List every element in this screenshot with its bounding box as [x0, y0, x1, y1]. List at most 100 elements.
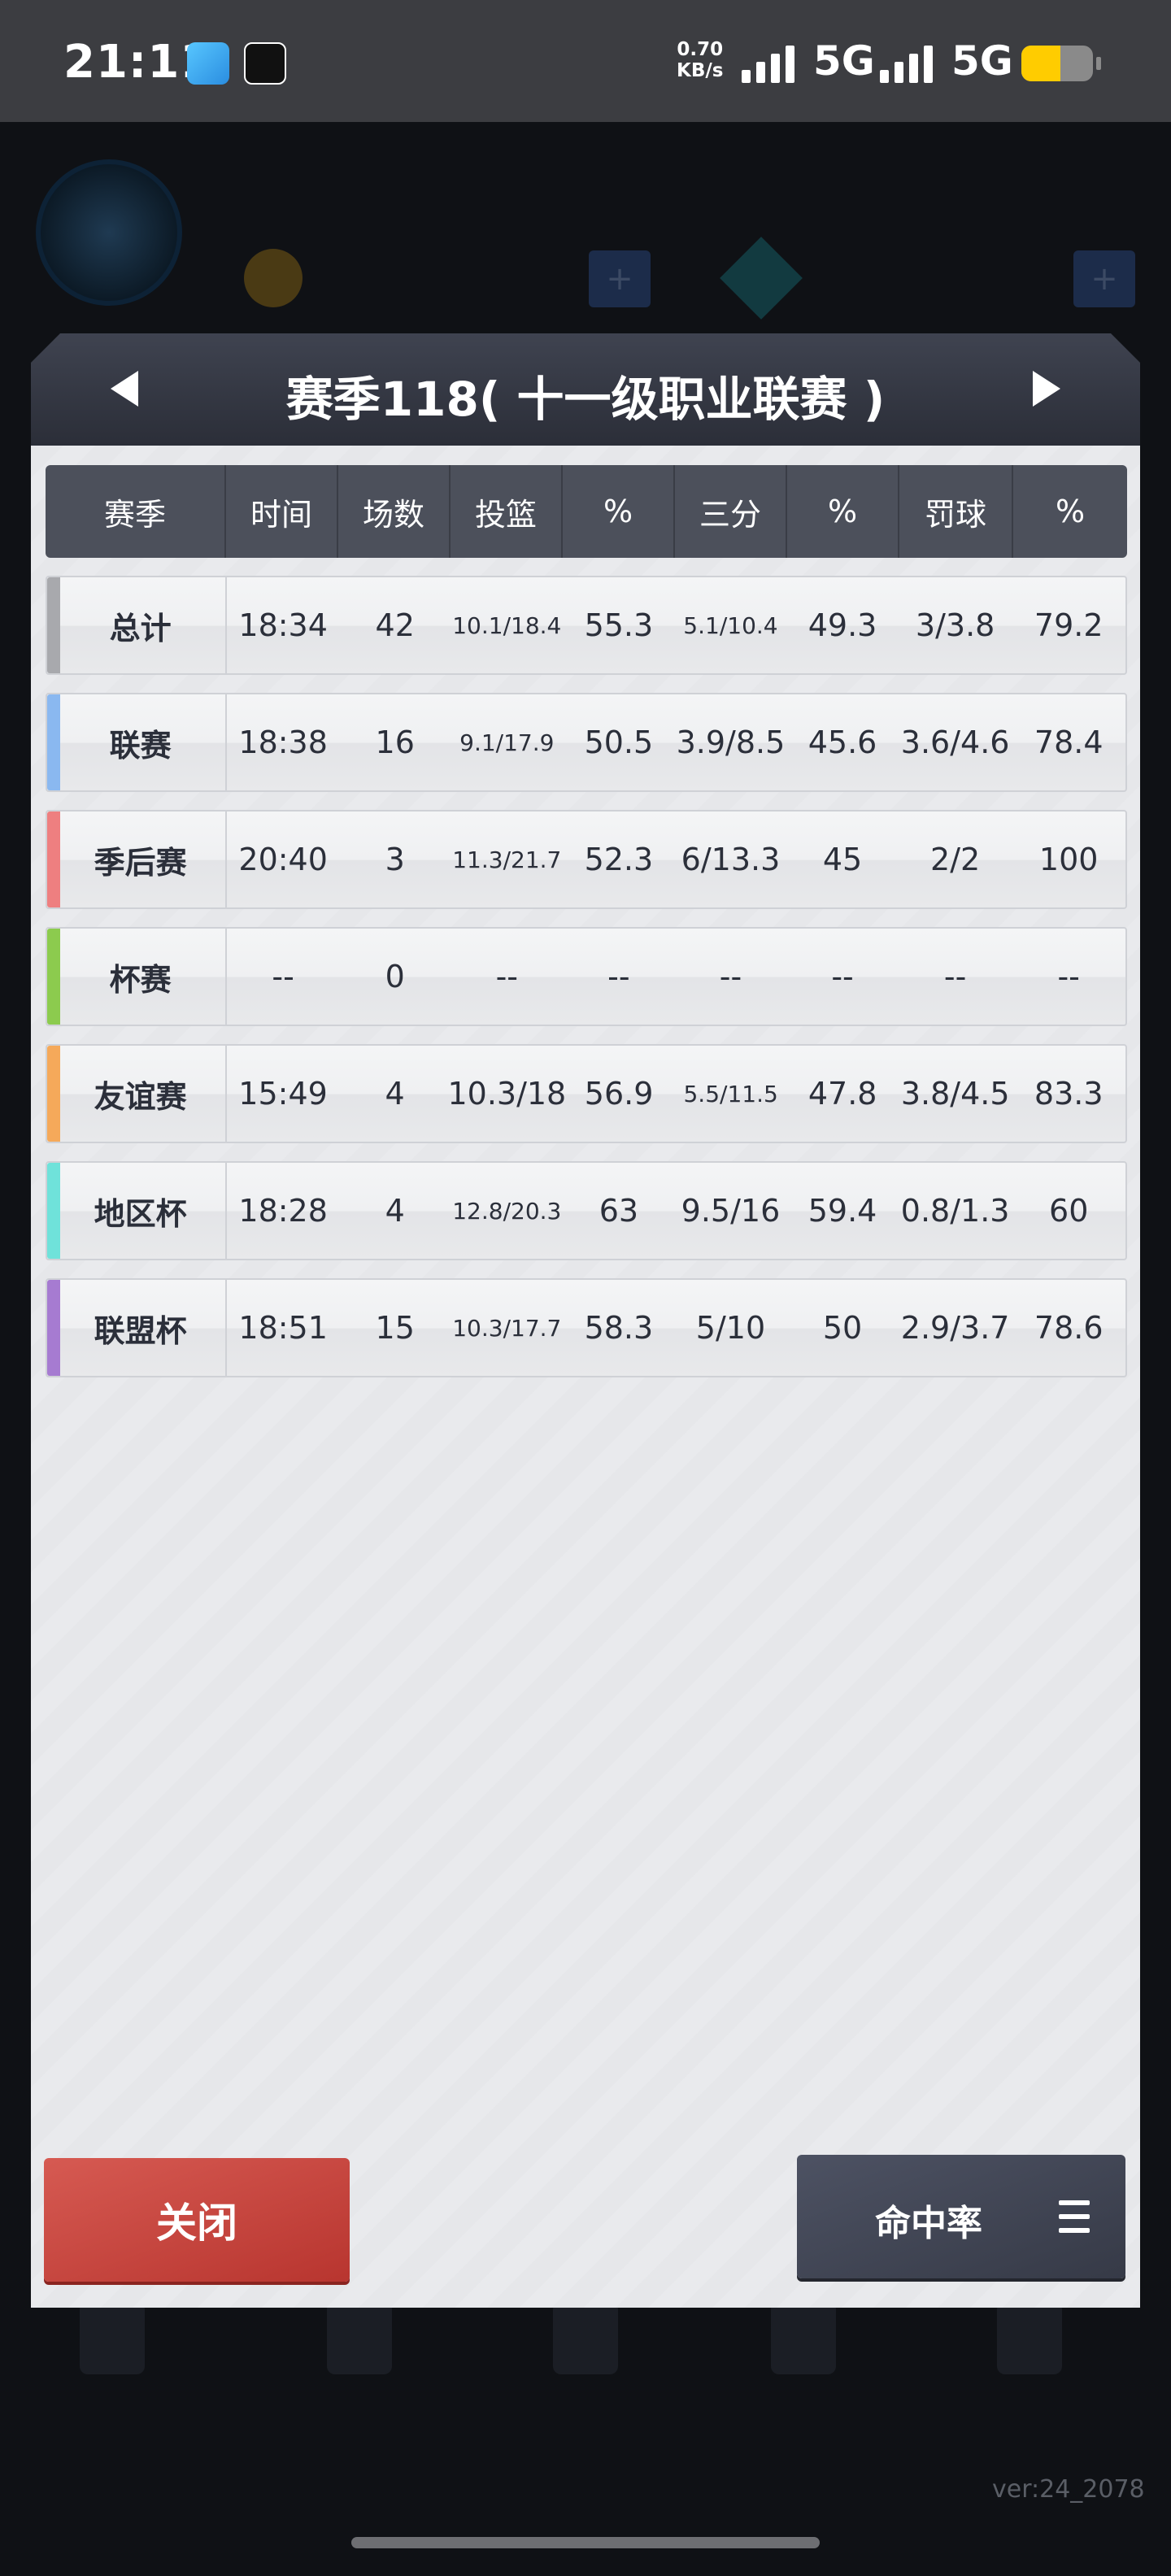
category-color-stripe [47, 1163, 60, 1259]
table-row: 友谊赛 15:49 4 10.3/18 56.9 5.5/11.5 47.8 3.8/4.5 8… [46, 1044, 1127, 1143]
dialog-body: 赛季 时间 场数 投篮 % 三分 % 罚球 % 总计 18:34 42 10.1/18… [31, 446, 1140, 2308]
row-cell-ft: 3.8/4.5 [900, 1076, 1010, 1112]
row-cell-fg: 10.3/17.7 [452, 1314, 562, 1342]
battery-icon [1021, 46, 1093, 81]
row-cell-three-pct: 50 [822, 1310, 863, 1346]
row-cell-games: 3 [385, 842, 405, 877]
row-cell-ft-pct: 78.6 [1034, 1310, 1104, 1346]
row-cell-time: 18:28 [238, 1193, 328, 1229]
column-header: % [1055, 494, 1086, 529]
network-speed-value: 0.70 [677, 39, 724, 60]
table-row: 联盟杯 18:51 15 10.3/17.7 58.3 5/10 50 2.9/3.7 78.6 [46, 1278, 1127, 1377]
column-header: % [563, 465, 675, 558]
add-gem-button: + [1073, 250, 1135, 307]
next-season-arrow-icon[interactable] [1033, 371, 1060, 407]
row-cell-fg-pct: 56.9 [584, 1076, 654, 1112]
row-cell-ft: 2.9/3.7 [900, 1310, 1010, 1346]
status-bar: 21:11 0.70 KB/s 5G 5G [0, 0, 1171, 122]
team-logo-icon [36, 159, 182, 306]
telegram-app-icon [187, 42, 229, 85]
row-cell-ft: -- [943, 959, 967, 994]
category-color-stripe [47, 694, 60, 790]
row-cell-games: 4 [385, 1076, 405, 1112]
close-button[interactable]: 关闭 [44, 2158, 350, 2282]
home-indicator[interactable] [351, 2537, 820, 2548]
row-cell-ft-pct: 60 [1049, 1193, 1089, 1229]
row-cell-ft-pct: 78.4 [1034, 724, 1104, 760]
row-cell-fg: 10.1/18.4 [452, 611, 562, 639]
table-row: 季后赛 20:40 3 11.3/21.7 52.3 6/13.3 45 2/2 100 [46, 810, 1127, 909]
table-row: 杯赛 -- 0 -- -- -- -- -- -- [46, 927, 1127, 1026]
version-label: ver:24_2078 [992, 2475, 1145, 2504]
row-cell-ft-pct: -- [1057, 959, 1080, 994]
row-category-name: 总计 [47, 577, 228, 673]
nav-item [303, 2301, 416, 2415]
row-cell-ft-pct: 83.3 [1034, 1076, 1104, 1112]
row-cell-ft: 0.8/1.3 [900, 1193, 1010, 1229]
row-category-name: 杯赛 [47, 929, 228, 1025]
row-cell-three: 6/13.3 [681, 842, 781, 877]
row-cell-three: 5.1/10.4 [683, 611, 778, 639]
column-header: 赛季 [46, 465, 226, 558]
row-category-name: 联赛 [47, 694, 228, 790]
season-stats-dialog: 赛季118( 十一级职业联赛 ) 赛季 时间 场数 投篮 % 三分 % 罚球 %… [31, 333, 1140, 2308]
row-cell-games: 15 [375, 1310, 415, 1346]
nav-item [747, 2301, 860, 2415]
accuracy-menu-button[interactable]: 命中率 [797, 2155, 1125, 2278]
row-category-name: 地区杯 [47, 1163, 228, 1259]
column-header: % [787, 465, 899, 558]
row-cell-three-pct: 49.3 [808, 607, 877, 643]
row-cell-three: 3.9/8.5 [676, 724, 786, 760]
row-cell-fg-pct: 58.3 [584, 1310, 654, 1346]
nav-icon [80, 2301, 145, 2374]
row-cell-ft-pct: 79.2 [1034, 607, 1104, 643]
row-cell-ft: 2/2 [930, 842, 981, 877]
row-cell-time: 20:40 [238, 842, 328, 877]
row-cell-ft: 3.6/4.6 [900, 724, 1010, 760]
category-color-stripe [47, 812, 60, 907]
row-cell-time: -- [272, 959, 294, 994]
row-cell-games: 42 [375, 607, 415, 643]
row-category-name: 联盟杯 [47, 1280, 228, 1376]
menu-icon [1059, 2200, 1090, 2233]
nav-icon [553, 2301, 618, 2374]
row-cell-games: 0 [385, 959, 405, 994]
row-cell-fg: -- [495, 959, 519, 994]
table-row: 联赛 18:38 16 9.1/17.9 50.5 3.9/8.5 45.6 3.6/4.6 7… [46, 693, 1127, 792]
column-header: 三分 [675, 465, 787, 558]
nav-item [973, 2301, 1086, 2415]
row-cell-fg-pct: 52.3 [584, 842, 654, 877]
row-cell-fg: 12.8/20.3 [452, 1197, 562, 1225]
row-cell-games: 4 [385, 1193, 405, 1229]
row-cell-ft: 3/3.8 [915, 607, 995, 643]
row-cell-ft-pct: 100 [1038, 842, 1099, 877]
table-row: 地区杯 18:28 4 12.8/20.3 63 9.5/16 59.4 0.8/1.3 60 [46, 1161, 1127, 1260]
row-cell-three: 5.5/11.5 [683, 1080, 778, 1107]
category-color-stripe [47, 1280, 60, 1376]
row-cell-time: 18:38 [238, 724, 328, 760]
row-cell-three-pct: 45 [822, 842, 863, 877]
category-color-stripe [47, 929, 60, 1025]
table-row: 总计 18:34 42 10.1/18.4 55.3 5.1/10.4 49.3 3/3.8 7… [46, 576, 1127, 675]
row-cell-three-pct: -- [831, 959, 854, 994]
row-cell-fg: 9.1/17.9 [459, 729, 555, 756]
coin-icon [244, 249, 303, 307]
nav-icon [771, 2301, 836, 2374]
row-cell-three-pct: 47.8 [808, 1076, 877, 1112]
network-type-2: 5G [951, 37, 1013, 85]
row-cell-three-pct: 45.6 [808, 724, 877, 760]
row-cell-three: 9.5/16 [681, 1193, 781, 1229]
row-cell-three: -- [719, 959, 742, 994]
add-coin-button: + [589, 250, 651, 307]
row-category-name: 季后赛 [47, 812, 228, 907]
battery-tip [1096, 57, 1101, 70]
signal-icon [742, 44, 799, 83]
row-cell-fg: 11.3/21.7 [452, 846, 562, 873]
notification-app-icon [244, 42, 286, 85]
stats-table-header: 赛季 时间 场数 投篮 % 三分 % 罚球 % [46, 465, 1127, 558]
column-header: 投篮 [451, 465, 563, 558]
row-cell-fg-pct: 50.5 [584, 724, 654, 760]
row-cell-fg-pct: 63 [599, 1193, 639, 1229]
nav-item [529, 2301, 642, 2415]
row-cell-time: 18:34 [238, 607, 328, 643]
